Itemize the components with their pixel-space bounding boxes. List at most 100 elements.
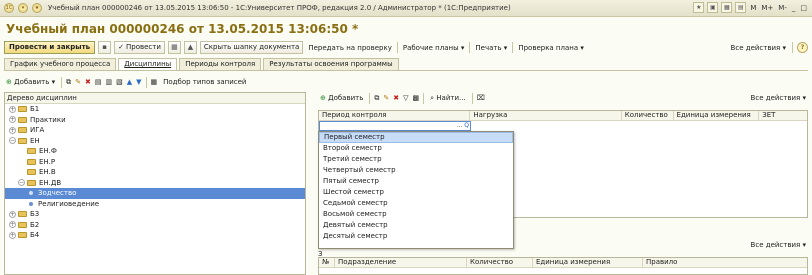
post-and-close-button[interactable]: Провести и закрыть: [4, 41, 96, 54]
tree-node[interactable]: Религиоведение: [5, 199, 305, 210]
column-header[interactable]: Единица измерения: [533, 258, 643, 267]
column-header[interactable]: Количество: [622, 111, 674, 120]
copy-icon[interactable]: ▣: [707, 2, 719, 13]
calculator-icon[interactable]: ▦: [721, 2, 733, 13]
dropdown-option[interactable]: Шестой семестр: [319, 187, 513, 198]
expand-icon[interactable]: +: [9, 221, 16, 229]
grid-all-actions-menu[interactable]: Все действия ▾: [749, 94, 808, 102]
pick-record-types-button[interactable]: Подбор типов записей: [161, 78, 248, 86]
column-header[interactable]: Количество: [467, 258, 533, 267]
tab-program-results[interactable]: Результаты освоения программы: [263, 58, 399, 70]
app-logo-icon[interactable]: 1С: [4, 3, 14, 13]
move-down-icon[interactable]: ▼: [136, 78, 141, 86]
favorites-star-icon[interactable]: ★: [32, 3, 42, 13]
check-plan-menu[interactable]: Проверка плана ▾: [516, 44, 586, 52]
column-header[interactable]: Подразделение: [335, 258, 467, 267]
work-plans-menu[interactable]: Рабочие планы ▾: [401, 44, 467, 52]
tree-node[interactable]: + Б2: [5, 220, 305, 231]
hide-header-button[interactable]: Скрыть шапку документа: [199, 41, 304, 54]
maximize-button[interactable]: □: [799, 4, 808, 12]
level-down-icon[interactable]: ▧: [116, 78, 123, 86]
post-button[interactable]: ✓ Провести: [114, 41, 165, 54]
find-button[interactable]: ⌕ Найти...: [428, 94, 468, 103]
expand-icon[interactable]: +: [9, 210, 16, 218]
tree-toolbar: ⊕ Добавить ▾ ⧉ ✎ ✖ ▤ ▥ ▧ ▲ ▼ ▦ Подбор ти…: [4, 75, 304, 89]
tab-disciplines[interactable]: Дисциплины: [118, 58, 178, 70]
cancel-search-icon[interactable]: ⌧: [477, 94, 485, 102]
dropdown-option[interactable]: Десятый семестр: [319, 231, 513, 242]
expand-icon[interactable]: +: [9, 126, 16, 134]
column-header[interactable]: Единица измерения: [674, 111, 760, 120]
memory-minus-button[interactable]: M-: [777, 4, 788, 12]
discipline-tree[interactable]: Дерево дисциплин + Б1 + Практики + ИГА − ЕН ЕН.Ф…: [4, 92, 306, 275]
tree-add-label: Добавить: [14, 78, 50, 86]
dropdown-option[interactable]: Второй семестр: [319, 143, 513, 154]
structure-icon[interactable]: ▦: [167, 41, 181, 54]
pick-icon[interactable]: ▦: [151, 78, 158, 86]
copy-icon[interactable]: ⧉: [66, 78, 71, 87]
departments-table[interactable]: № Подразделение Количество Единица измер…: [318, 257, 808, 275]
filter-icon[interactable]: ▽: [403, 94, 408, 102]
column-header[interactable]: ЗЕТ: [759, 111, 807, 120]
bottom-all-actions-menu[interactable]: Все действия ▾: [751, 241, 806, 249]
clear-filter-icon[interactable]: ▩: [413, 94, 420, 102]
control-period-dropdown[interactable]: Первый семестр Второй семестр Третий семес…: [318, 131, 514, 249]
tree-node[interactable]: + Б3: [5, 209, 305, 220]
dropdown-option[interactable]: Седьмой семестр: [319, 198, 513, 209]
dropdown-option[interactable]: Девятый семестр: [319, 220, 513, 231]
collapse-icon[interactable]: −: [9, 137, 16, 145]
star-icon[interactable]: ★: [693, 2, 705, 13]
tab-schedule[interactable]: График учебного процесса: [4, 58, 117, 70]
column-header[interactable]: Период контроля: [319, 111, 471, 120]
tree-node[interactable]: ЕН.Ф: [5, 146, 305, 157]
tree-node[interactable]: − ЕН.ДВ: [5, 178, 305, 189]
column-header[interactable]: Правило: [643, 258, 807, 267]
tree-node[interactable]: − ЕН: [5, 136, 305, 147]
memory-plus-button[interactable]: M+: [760, 4, 774, 12]
tab-control-periods[interactable]: Периоды контроля: [179, 58, 262, 70]
help-icon[interactable]: ?: [797, 42, 808, 53]
choice-button[interactable]: ...: [456, 122, 464, 130]
edit-icon[interactable]: ✎: [75, 78, 81, 86]
menu-icon[interactable]: ▾: [18, 3, 28, 13]
dropdown-option[interactable]: Третий семестр: [319, 154, 513, 165]
level-up-icon[interactable]: ▥: [105, 78, 112, 86]
dropdown-option[interactable]: Восьмой семестр: [319, 209, 513, 220]
tree-node[interactable]: Зодчество: [5, 188, 305, 199]
expand-icon[interactable]: +: [9, 105, 16, 113]
open-button[interactable]: Q: [463, 122, 470, 130]
tree-node[interactable]: ЕН.Р: [5, 157, 305, 168]
all-actions-menu[interactable]: Все действия ▾: [729, 44, 788, 52]
tree-node[interactable]: + Б1: [5, 104, 305, 115]
send-for-review-button[interactable]: Передать на проверку: [306, 44, 394, 52]
move-up-icon[interactable]: ▲: [127, 78, 132, 86]
delete-icon[interactable]: ✖: [393, 94, 399, 102]
delete-icon[interactable]: ✖: [85, 78, 91, 86]
dropdown-option[interactable]: Первый семестр: [319, 132, 513, 143]
control-period-input[interactable]: ... Q: [319, 121, 471, 131]
column-header[interactable]: Нагрузка: [470, 111, 622, 120]
calendar-icon[interactable]: ▤: [735, 2, 747, 13]
dropdown-option[interactable]: Четвертый семестр: [319, 165, 513, 176]
tree-node[interactable]: ЕН.В: [5, 167, 305, 178]
tree-add-button[interactable]: ⊕ Добавить ▾: [4, 78, 57, 86]
grid-add-button[interactable]: ⊕ Добавить: [318, 94, 365, 102]
memory-m-button[interactable]: M: [749, 4, 757, 12]
edit-icon[interactable]: ✎: [383, 94, 389, 102]
expand-icon[interactable]: +: [9, 116, 16, 124]
collapse-icon[interactable]: −: [18, 179, 25, 187]
tree-node[interactable]: + ИГА: [5, 125, 305, 136]
tree-node[interactable]: + Б4: [5, 230, 305, 241]
tree-icon[interactable]: ▤: [95, 78, 102, 86]
table-row[interactable]: ... Q: [319, 121, 807, 131]
minimize-button[interactable]: _: [791, 4, 797, 12]
dropdown-option[interactable]: Пятый семестр: [319, 176, 513, 187]
attach-icon[interactable]: ▲: [183, 41, 197, 54]
save-icon[interactable]: ▪: [98, 41, 112, 54]
expand-icon[interactable]: +: [9, 231, 16, 239]
print-menu[interactable]: Печать ▾: [473, 44, 509, 52]
column-header[interactable]: №: [319, 258, 335, 267]
copy-icon[interactable]: ⧉: [374, 94, 379, 103]
input-buttons: ... Q: [456, 122, 470, 130]
tree-node[interactable]: + Практики: [5, 115, 305, 126]
